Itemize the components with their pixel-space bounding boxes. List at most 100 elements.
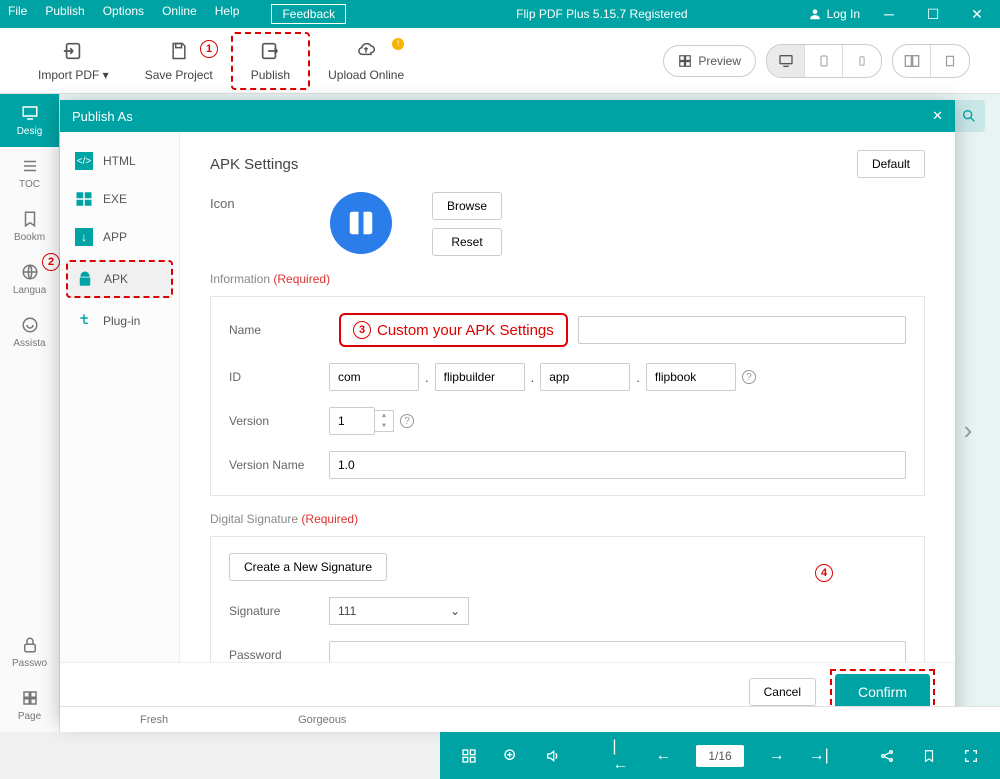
required-label: (Required) — [273, 272, 330, 286]
window-title: Flip PDF Plus 5.15.7 Registered — [346, 7, 807, 21]
signature-select[interactable]: 111⌄ — [329, 597, 469, 625]
annotation-3-box: 3Custom your APK Settings — [339, 313, 568, 347]
first-page-icon[interactable]: |← — [612, 747, 630, 765]
toolbar: Import PDF ▾ Save Project 1 Publish ! Up… — [0, 28, 1000, 94]
publish-button[interactable]: Publish — [231, 32, 310, 90]
digital-signature-heading: Digital Signature — [210, 512, 298, 526]
maximize-button[interactable]: ☐ — [918, 6, 948, 23]
android-icon — [76, 270, 94, 288]
sound-icon[interactable] — [544, 747, 562, 765]
share-icon[interactable] — [878, 747, 896, 765]
page-indicator[interactable]: 1/16 — [696, 745, 743, 767]
id-part-4[interactable] — [646, 363, 736, 391]
format-exe[interactable]: EXE — [60, 180, 179, 218]
thumbnails-icon[interactable] — [460, 747, 478, 765]
help-icon[interactable]: ? — [742, 370, 756, 384]
name-input[interactable] — [578, 316, 906, 344]
signature-block: Create a New Signature Signature 111⌄ Pa… — [210, 536, 925, 662]
windows-icon — [75, 190, 93, 208]
create-signature-button[interactable]: Create a New Signature — [229, 553, 387, 581]
id-part-3[interactable] — [540, 363, 630, 391]
tablet-icon[interactable] — [805, 45, 843, 77]
name-label: Name — [229, 323, 329, 337]
prev-page-icon[interactable]: ← — [654, 747, 672, 765]
menu-online[interactable]: Online — [162, 4, 197, 24]
id-label: ID — [229, 370, 329, 384]
version-name-input[interactable] — [329, 451, 906, 479]
desktop-icon[interactable] — [767, 45, 805, 77]
zoom-icon[interactable] — [502, 747, 520, 765]
save-icon — [168, 40, 190, 62]
information-block: Name 3Custom your APK Settings ID . . . … — [210, 296, 925, 496]
minimize-button[interactable]: ─ — [874, 6, 904, 22]
version-label: Version — [229, 414, 329, 428]
format-plugin[interactable]: Plug-in — [60, 302, 179, 340]
modal-title: Publish As — [72, 109, 133, 124]
format-app[interactable]: ↓APP — [60, 218, 179, 256]
menu-options[interactable]: Options — [103, 4, 144, 24]
tab-page[interactable]: Page — [0, 679, 59, 732]
cancel-button[interactable]: Cancel — [749, 678, 816, 706]
tab-design[interactable]: Desig — [0, 94, 59, 147]
help-icon[interactable]: ? — [400, 414, 414, 428]
feedback-button[interactable]: Feedback — [271, 4, 346, 24]
reset-button[interactable]: Reset — [432, 228, 502, 256]
status-bar: |← ← 1/16 → →| — [0, 732, 1000, 779]
menu-help[interactable]: Help — [215, 4, 240, 24]
search-button[interactable] — [953, 100, 985, 132]
tab-assistant[interactable]: Assista — [0, 306, 59, 359]
book-icon — [346, 208, 376, 238]
apk-settings-panel: APK Settings Default Icon Browse Reset I… — [180, 132, 955, 662]
annotation-2: 2 — [42, 253, 60, 271]
spread-icon[interactable] — [893, 45, 931, 77]
main-menu: File Publish Options Online Help Feedbac… — [8, 4, 346, 24]
information-heading: Information — [210, 272, 270, 286]
icon-label: Icon — [210, 192, 290, 211]
next-page-icon[interactable]: → — [768, 747, 786, 765]
login-button[interactable]: Log In — [808, 7, 860, 21]
password-input[interactable] — [329, 641, 906, 662]
version-input[interactable] — [329, 407, 375, 435]
tab-bookmark[interactable]: Bookm — [0, 200, 59, 253]
browse-button[interactable]: Browse — [432, 192, 502, 220]
upload-badge: ! — [392, 38, 404, 50]
import-pdf-button[interactable]: Import PDF ▾ — [20, 40, 127, 82]
style-fresh[interactable]: Fresh — [140, 714, 168, 726]
annotation-1: 1 — [200, 40, 218, 58]
import-icon — [62, 40, 84, 62]
layout-toggle[interactable] — [892, 44, 970, 78]
upload-online-button[interactable]: ! Upload Online — [310, 40, 422, 82]
cloud-upload-icon — [355, 40, 377, 62]
close-window-button[interactable]: ✕ — [962, 6, 992, 23]
user-icon — [808, 7, 822, 21]
signature-label: Signature — [229, 604, 329, 618]
last-page-icon[interactable]: →| — [810, 747, 828, 765]
confirm-button[interactable]: Confirm — [835, 674, 930, 710]
default-button[interactable]: Default — [857, 150, 925, 178]
plugin-icon — [75, 312, 93, 330]
id-part-1[interactable] — [329, 363, 419, 391]
version-stepper[interactable]: ▲▼ — [329, 407, 394, 435]
modal-close-button[interactable]: ✕ — [932, 108, 943, 124]
phone-icon[interactable] — [843, 45, 881, 77]
single-icon[interactable] — [931, 45, 969, 77]
modal-titlebar: Publish As ✕ — [60, 100, 955, 132]
id-part-2[interactable] — [435, 363, 525, 391]
apk-icon-preview — [330, 192, 392, 254]
tab-password[interactable]: Passwo — [0, 626, 59, 679]
next-page-arrow[interactable]: › — [951, 413, 985, 447]
publish-icon — [259, 40, 281, 62]
style-gorgeous[interactable]: Gorgeous — [298, 714, 346, 726]
format-html[interactable]: </>HTML — [60, 142, 179, 180]
menu-file[interactable]: File — [8, 4, 27, 24]
title-bar: File Publish Options Online Help Feedbac… — [0, 0, 1000, 28]
tab-toc[interactable]: TOC — [0, 147, 59, 200]
fullscreen-icon[interactable] — [962, 747, 980, 765]
left-sidebar: Desig TOC Bookm Langua Assista Passwo Pa… — [0, 94, 60, 732]
app-icon: ↓ — [75, 228, 93, 246]
bookmark-status-icon[interactable] — [920, 747, 938, 765]
format-apk[interactable]: APK — [66, 260, 173, 298]
preview-button[interactable]: Preview — [663, 45, 756, 77]
menu-publish[interactable]: Publish — [45, 4, 84, 24]
device-toggle[interactable] — [766, 44, 882, 78]
